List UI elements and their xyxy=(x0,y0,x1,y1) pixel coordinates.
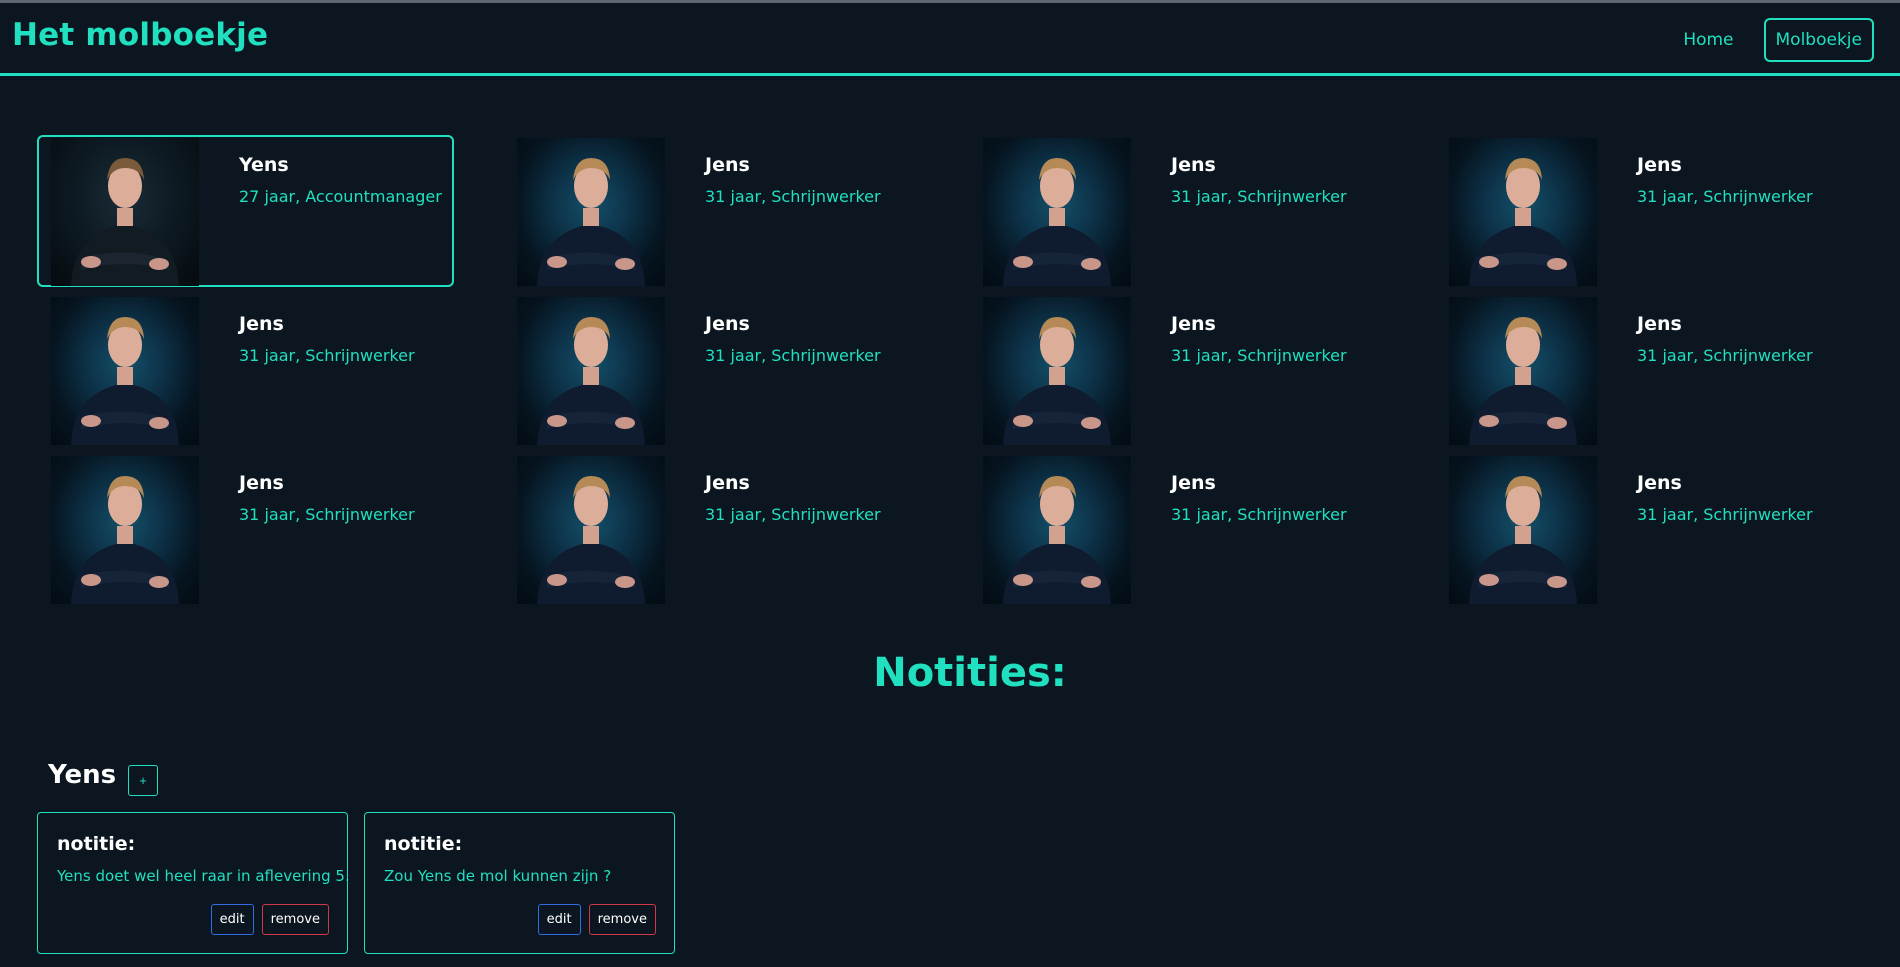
candidate-name: Jens xyxy=(1637,472,1682,494)
person-portrait-icon xyxy=(51,456,199,604)
remove-note-button[interactable]: remove xyxy=(261,904,329,935)
candidate-name: Jens xyxy=(239,472,284,494)
person-portrait-icon xyxy=(983,138,1131,286)
person-portrait-icon xyxy=(983,297,1131,445)
candidate-name: Jens xyxy=(1171,472,1216,494)
candidate-info: 31 jaar, Schrijnwerker xyxy=(1171,187,1347,206)
candidate-info: 31 jaar, Schrijnwerker xyxy=(1171,346,1347,365)
note-card: notitie: Yens doet wel heel raar in afle… xyxy=(37,812,350,954)
person-portrait-icon xyxy=(51,138,199,286)
candidate-card[interactable]: Jens 31 jaar, Schrijnwerker xyxy=(969,135,1386,287)
person-portrait-icon xyxy=(983,456,1131,604)
brand-title[interactable]: Het molboekje xyxy=(12,17,268,53)
candidate-info: 31 jaar, Schrijnwerker xyxy=(705,346,881,365)
candidate-name: Jens xyxy=(705,472,750,494)
candidate-name: Jens xyxy=(1637,313,1682,335)
candidate-name: Jens xyxy=(239,313,284,335)
candidate-info: 31 jaar, Schrijnwerker xyxy=(1637,505,1813,524)
candidate-card[interactable]: Jens 31 jaar, Schrijnwerker xyxy=(37,453,454,605)
candidate-info: 31 jaar, Schrijnwerker xyxy=(239,505,415,524)
remove-note-button[interactable]: remove xyxy=(588,904,656,935)
candidate-card[interactable]: Jens 31 jaar, Schrijnwerker xyxy=(503,453,920,605)
nav-home-link[interactable]: Home xyxy=(1671,18,1745,62)
candidate-info: 31 jaar, Schrijnwerker xyxy=(705,505,881,524)
candidate-name: Jens xyxy=(705,313,750,335)
note-heading: notitie: xyxy=(384,833,463,855)
note-heading: notitie: xyxy=(57,833,136,855)
nav-molboekje-link[interactable]: Molboekje xyxy=(1763,18,1874,62)
candidate-name: Yens xyxy=(239,154,289,176)
candidate-card[interactable]: Jens 31 jaar, Schrijnwerker xyxy=(1435,453,1852,605)
candidate-info: 31 jaar, Schrijnwerker xyxy=(705,187,881,206)
edit-note-button[interactable]: edit xyxy=(210,904,254,935)
candidate-card[interactable]: Jens 31 jaar, Schrijnwerker xyxy=(503,135,920,287)
candidate-info: 31 jaar, Schrijnwerker xyxy=(1171,505,1347,524)
person-portrait-icon xyxy=(517,456,665,604)
notes-title: Notities: xyxy=(873,650,1067,696)
candidate-card[interactable]: Jens 31 jaar, Schrijnwerker xyxy=(1435,135,1852,287)
note-card: notitie: Zou Yens de mol kunnen zijn ? e… xyxy=(364,812,675,954)
candidate-name: Jens xyxy=(1171,313,1216,335)
person-portrait-icon xyxy=(51,297,199,445)
candidate-name: Jens xyxy=(705,154,750,176)
edit-note-button[interactable]: edit xyxy=(537,904,581,935)
candidate-card[interactable]: Jens 31 jaar, Schrijnwerker xyxy=(503,294,920,446)
navbar: Het molboekje Home Molboekje xyxy=(0,3,1900,76)
person-portrait-icon xyxy=(517,297,665,445)
candidate-info: 31 jaar, Schrijnwerker xyxy=(1637,187,1813,206)
nav-links: Home Molboekje xyxy=(1671,18,1874,62)
candidate-info: 31 jaar, Schrijnwerker xyxy=(239,346,415,365)
note-text: Yens doet wel heel raar in aflevering 5. xyxy=(57,867,350,885)
candidate-card[interactable]: Jens 31 jaar, Schrijnwerker xyxy=(1435,294,1852,446)
note-text: Zou Yens de mol kunnen zijn ? xyxy=(384,867,612,885)
candidate-name: Jens xyxy=(1637,154,1682,176)
notes-candidate-name: Yens xyxy=(48,760,117,790)
candidate-info: 27 jaar, Accountmanager xyxy=(239,187,442,206)
candidate-name: Jens xyxy=(1171,154,1216,176)
note-actions: edit remove xyxy=(210,904,329,935)
candidate-card[interactable]: Jens 31 jaar, Schrijnwerker xyxy=(969,453,1386,605)
person-portrait-icon xyxy=(1449,297,1597,445)
note-actions: edit remove xyxy=(537,904,656,935)
person-portrait-icon xyxy=(517,138,665,286)
candidate-card[interactable]: Jens 31 jaar, Schrijnwerker xyxy=(969,294,1386,446)
person-portrait-icon xyxy=(1449,138,1597,286)
person-portrait-icon xyxy=(1449,456,1597,604)
candidate-card[interactable]: Yens 27 jaar, Accountmanager xyxy=(37,135,454,287)
candidate-info: 31 jaar, Schrijnwerker xyxy=(1637,346,1813,365)
add-note-button[interactable]: + xyxy=(128,765,158,796)
candidate-card[interactable]: Jens 31 jaar, Schrijnwerker xyxy=(37,294,454,446)
